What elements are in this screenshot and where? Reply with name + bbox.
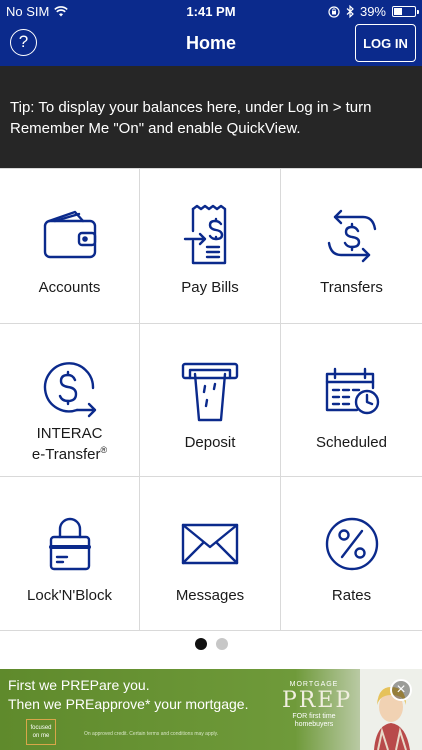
percent-icon bbox=[317, 509, 387, 579]
tile-lock-n-block[interactable]: Lock'N'Block bbox=[0, 477, 140, 631]
ad-headline-2: Then we PREapprove* your mortgage. bbox=[8, 696, 249, 712]
ad-brand-mark: MORTGAGE PREP FOR first time homebuyers bbox=[282, 681, 353, 745]
tile-rates[interactable]: Rates bbox=[281, 477, 422, 631]
tile-label-line1: INTERAC bbox=[36, 425, 103, 442]
bill-icon bbox=[175, 201, 245, 271]
ad-banner[interactable]: First we PREPare you. Then we PREapprove… bbox=[0, 669, 422, 750]
tile-label: Deposit bbox=[184, 434, 236, 451]
tile-pay-bills[interactable]: Pay Bills bbox=[140, 169, 281, 324]
tile-label: Accounts bbox=[38, 279, 101, 296]
tile-label: Scheduled bbox=[316, 434, 387, 451]
etransfer-icon bbox=[35, 356, 105, 426]
tile-label: Messages bbox=[175, 587, 245, 604]
atm-deposit-icon bbox=[175, 356, 245, 426]
page-dot-1[interactable] bbox=[194, 638, 207, 650]
tile-messages[interactable]: Messages bbox=[140, 477, 281, 631]
wallet-icon bbox=[35, 201, 105, 271]
registered-mark: ® bbox=[100, 445, 108, 455]
battery-fill bbox=[394, 8, 402, 15]
tile-deposit[interactable]: Deposit bbox=[140, 324, 281, 477]
tile-label: Rates bbox=[331, 587, 372, 604]
nav-bar: ? Home LOG IN bbox=[0, 22, 422, 66]
battery-percent: 39% bbox=[359, 4, 386, 19]
status-right: 39% bbox=[328, 4, 419, 19]
tile-label: Pay Bills bbox=[181, 279, 239, 296]
page-indicator bbox=[0, 638, 422, 650]
bluetooth-icon bbox=[346, 5, 354, 18]
ad-headline-1: First we PREPare you. bbox=[8, 677, 150, 693]
login-button[interactable]: LOG IN bbox=[355, 24, 416, 62]
lock-card-icon bbox=[35, 509, 105, 579]
tile-transfers[interactable]: Transfers bbox=[281, 169, 422, 324]
ad-fine-print: On approved credit. Certain terms and co… bbox=[84, 731, 219, 737]
tile-scheduled[interactable]: Scheduled bbox=[281, 324, 422, 477]
ad-brand-top: MORTGAGE bbox=[289, 681, 339, 688]
ad-close-button[interactable]: × bbox=[390, 679, 412, 701]
tip-banner: Tip: To display your balances here, unde… bbox=[0, 66, 422, 168]
tile-label: Lock'N'Block bbox=[27, 587, 112, 604]
transfer-icon bbox=[317, 201, 387, 271]
ad-brand-caption: FOR first time homebuyers bbox=[292, 713, 336, 728]
battery-icon bbox=[392, 6, 419, 17]
tile-accounts[interactable]: Accounts bbox=[0, 169, 140, 324]
calendar-clock-icon bbox=[317, 356, 387, 426]
tile-label: Transfers bbox=[320, 279, 383, 296]
tile-interac-etransfer[interactable]: INTERAC e-Transfer® bbox=[0, 324, 140, 477]
ad-logo: focused on me bbox=[26, 719, 56, 745]
envelope-icon bbox=[175, 509, 245, 579]
page-dot-2[interactable] bbox=[215, 638, 228, 650]
tile-label-line2: e-Transfer bbox=[31, 446, 101, 463]
ad-brand-main: PREP bbox=[282, 688, 353, 713]
status-bar: No SIM 1:41 PM 39% bbox=[0, 0, 422, 22]
ad-person-image bbox=[360, 669, 422, 750]
orientation-lock-icon bbox=[328, 5, 340, 18]
tile-label: INTERAC e-Transfer® bbox=[0, 426, 139, 463]
menu-grid: Accounts Pay Bills Transfers INTERAC e-T… bbox=[0, 168, 422, 631]
